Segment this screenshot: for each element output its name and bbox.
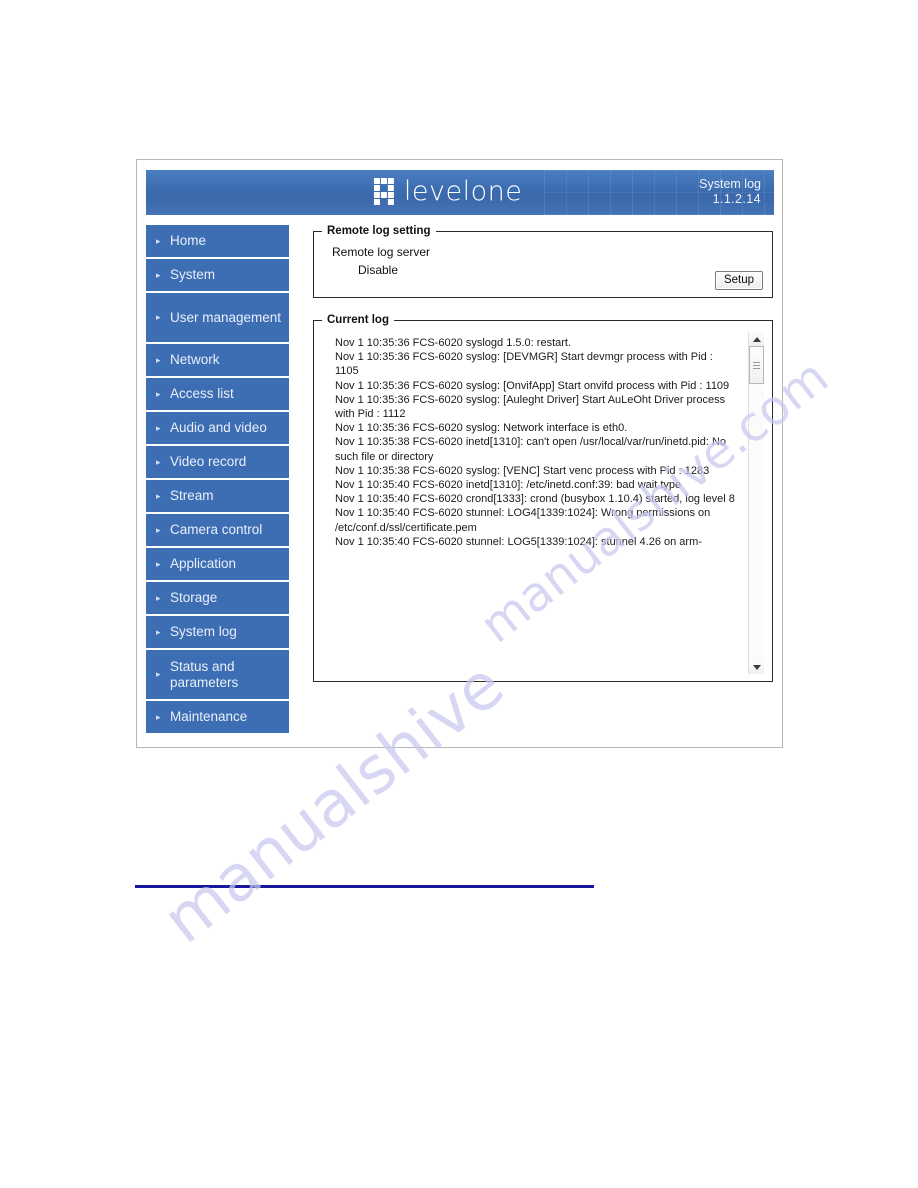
log-output-text: Nov 1 10:35:36 FCS-6020 syslogd 1.5.0: r… (335, 337, 735, 548)
remote-log-setting-panel: Remote log setting Remote log server Dis… (313, 225, 773, 298)
sidebar-item-video-record[interactable]: ▸ Video record (146, 446, 289, 480)
sidebar-item-network[interactable]: ▸ Network (146, 344, 289, 378)
page-banner: levelone System log 1.1.2.14 (146, 170, 774, 215)
chevron-right-icon: ▸ (156, 422, 161, 433)
log-scrollbar-thumb[interactable] (749, 346, 764, 384)
sidebar-item-label: User management (170, 309, 282, 325)
sidebar-item-maintenance[interactable]: ▸ Maintenance (146, 701, 289, 735)
chevron-right-icon: ▸ (156, 626, 161, 637)
current-log-legend: Current log (327, 314, 389, 326)
sidebar-item-status-and-parameters[interactable]: ▸ Status and parameters (146, 650, 289, 701)
chevron-right-icon: ▸ (156, 490, 161, 501)
log-scrollbar[interactable] (748, 332, 764, 674)
sidebar-item-system[interactable]: ▸ System (146, 259, 289, 293)
sidebar-item-label: Storage (170, 590, 218, 605)
banner-page-title-block: System log 1.1.2.14 (699, 177, 761, 207)
chevron-right-icon: ▸ (156, 269, 161, 280)
scroll-up-arrow-icon (752, 336, 761, 342)
sidebar-item-label: Audio and video (170, 420, 267, 435)
levelone-grid-logo-icon (373, 178, 394, 205)
sidebar-item-label: Maintenance (170, 709, 248, 724)
brand-logo: levelone (373, 176, 523, 207)
sidebar-item-label: Network (170, 352, 220, 367)
page-title: System log (699, 177, 761, 191)
scroll-down-arrow-icon (752, 664, 761, 670)
sidebar-navigation: ▸ Home ▸ System ▸ User management ▸ Netw… (146, 225, 289, 735)
scroll-down-button[interactable] (749, 660, 764, 674)
chevron-right-icon: ▸ (156, 524, 161, 535)
scroll-up-button[interactable] (749, 332, 764, 346)
log-scrollbar-track[interactable] (749, 346, 764, 660)
remote-log-server-value: Disable (358, 263, 399, 277)
chevron-right-icon: ▸ (156, 558, 161, 569)
sidebar-item-camera-control[interactable]: ▸ Camera control (146, 514, 289, 548)
sidebar-item-label: Stream (170, 488, 214, 503)
sidebar-item-home[interactable]: ▸ Home (146, 225, 289, 259)
sidebar-item-label: System (170, 267, 216, 282)
sidebar-item-stream[interactable]: ▸ Stream (146, 480, 289, 514)
sidebar-item-label: Camera control (170, 522, 263, 537)
scrollbar-grip-icon (753, 362, 760, 369)
chevron-right-icon: ▸ (156, 711, 161, 722)
chevron-right-icon: ▸ (156, 592, 161, 603)
sidebar-item-access-list[interactable]: ▸ Access list (146, 378, 289, 412)
chevron-right-icon: ▸ (156, 669, 161, 679)
sidebar-item-label: Home (170, 233, 207, 248)
chevron-right-icon: ▸ (156, 388, 161, 399)
sidebar-item-audio-and-video[interactable]: ▸ Audio and video (146, 412, 289, 446)
log-output-viewport[interactable]: Nov 1 10:35:36 FCS-6020 syslogd 1.5.0: r… (321, 332, 765, 674)
sidebar-item-label: Application (170, 556, 237, 571)
brand-logo-wordmark: levelone (403, 176, 523, 207)
camera-web-ui-frame: levelone System log 1.1.2.14 ▸ Home ▸ Sy… (136, 159, 783, 748)
footer-divider (135, 885, 594, 888)
sidebar-item-label: Access list (170, 386, 234, 401)
sidebar-item-storage[interactable]: ▸ Storage (146, 582, 289, 616)
chevron-right-icon: ▸ (156, 312, 161, 322)
sidebar-item-label: System log (170, 624, 237, 639)
sidebar-item-label: Status and parameters (170, 658, 239, 690)
firmware-version: 1.1.2.14 (712, 192, 761, 206)
chevron-right-icon: ▸ (156, 235, 161, 246)
main-content: Remote log setting Remote log server Dis… (313, 225, 773, 682)
chevron-right-icon: ▸ (156, 456, 161, 467)
remote-log-server-label: Remote log server (332, 245, 431, 259)
sidebar-item-system-log[interactable]: ▸ System log (146, 616, 289, 650)
setup-button[interactable]: Setup (714, 271, 763, 290)
sidebar-item-application[interactable]: ▸ Application (146, 548, 289, 582)
sidebar-item-user-management[interactable]: ▸ User management (146, 293, 289, 344)
chevron-right-icon: ▸ (156, 354, 161, 365)
current-log-panel: Current log Nov 1 10:35:36 FCS-6020 sysl… (313, 314, 773, 682)
remote-log-setting-legend: Remote log setting (327, 225, 431, 237)
sidebar-item-label: Video record (170, 454, 247, 469)
